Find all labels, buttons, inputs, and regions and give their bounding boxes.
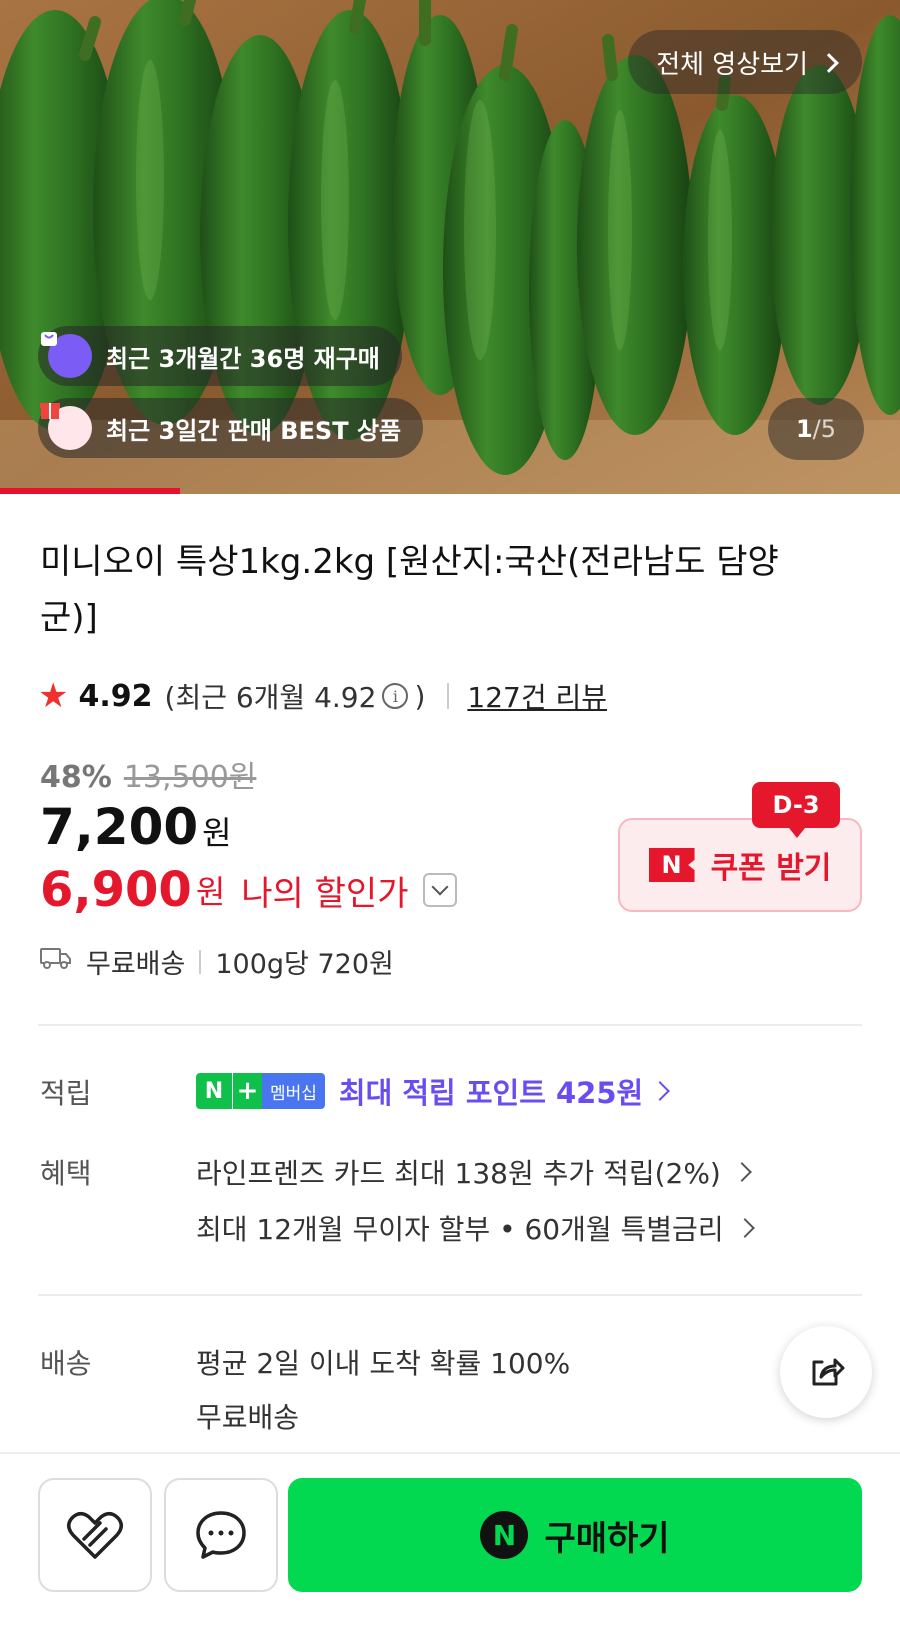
max-points-text: 최대 적립 포인트 425원 [338,1076,644,1110]
review-count-link[interactable]: 127건 리뷰 [467,676,607,716]
chevron-down-icon[interactable] [422,873,457,907]
get-coupon-label: 쿠폰 받기 [710,851,832,886]
original-price: 13,500원 [123,760,257,795]
rating-row: ★ 4.92 (최근 6개월 4.92 i ) 127건 리뷰 [38,676,607,716]
membership-points-link[interactable]: N + 멤버십 최대 적립 포인트 425원 [196,1070,671,1112]
buy-now-label: 구매하기 [544,1518,670,1559]
best-seller-badge: 최근 3일간 판매 BEST 상품 [38,398,424,458]
share-icon [812,1358,845,1386]
recent-rating: (최근 6개월 4.92 i ) [165,676,426,716]
delivery-fee-text: 무료배송 [196,1401,300,1434]
my-price-value: 6,900 [40,862,192,918]
coupon-dday-badge: D-3 [752,782,840,838]
product-title: 미니오이 특상1kg.2kg [원산지:국산(전라남도 담양군)] [40,542,779,638]
installment-benefit-link[interactable]: 최대 12개월 무이자 할부 • 60개월 특별금리 [196,1208,755,1248]
carousel-progress [0,488,900,494]
get-coupon-button[interactable]: N 쿠폰 받기 [618,818,862,912]
sale-price: 7,200 원 [40,798,232,856]
buy-now-button[interactable]: N 구매하기 [288,1478,862,1592]
rebuy-badge-text: 최근 3개월간 36명 재구매 [106,344,380,373]
info-icon[interactable]: i [382,683,409,709]
view-all-videos-button[interactable]: 전체 영상보기 [628,30,862,94]
naver-coupon-icon: N [648,848,695,882]
my-price-label: 나의 할인가 [241,873,409,914]
chevron-right-icon [819,53,839,73]
gift-box-icon [40,403,92,450]
recent-rating-text: (최근 6개월 4.92 [164,681,377,714]
chevron-right-icon [650,1081,671,1101]
star-icon: ★ [38,676,69,716]
sale-price-value: 7,200 [40,798,199,856]
naver-pay-icon: N [480,1511,529,1559]
rebuy-badge: 최근 3개월간 36명 재구매 [38,326,402,386]
discount-row: 48% 13,500원 [40,752,256,796]
chat-button[interactable] [164,1478,278,1592]
shipping-row: 무료배송 100g당 720원 [40,942,394,981]
rating-score: 4.92 [78,678,153,714]
my-discount-price: 6,900 원 나의 할인가 [40,862,457,918]
divider [199,949,202,974]
card-benefit-link[interactable]: 라인프렌즈 카드 최대 138원 추가 적립(2%) [196,1152,752,1192]
pager-total: 5 [820,415,837,443]
wishlist-button[interactable] [38,1478,152,1592]
my-price-unit: 원 [195,873,226,911]
benefits-label: 혜택 [40,1157,92,1190]
image-pager: 1 / 5 [768,398,864,460]
shopping-bag-icon [41,332,92,378]
carousel-progress-fill [0,488,180,494]
pager-current: 1 [795,415,813,443]
installment-benefit-text: 최대 12개월 무이자 할부 • 60개월 특별금리 [196,1213,724,1246]
delivery-label: 배송 [40,1347,92,1380]
pager-separator: / [812,415,821,443]
chat-bubble-icon [196,1511,246,1559]
share-button[interactable] [780,1326,872,1418]
divider [447,683,450,709]
section-divider [38,1024,862,1026]
chevron-right-icon [734,1218,755,1238]
sale-price-unit: 원 [202,814,232,852]
card-benefit-text: 라인프렌즈 카드 최대 138원 추가 적립(2%) [196,1157,721,1190]
view-all-videos-label: 전체 영상보기 [656,49,808,80]
section-divider [38,1294,862,1296]
discount-percent: 48% [40,760,112,795]
recent-rating-close: ) [414,679,426,713]
product-image-carousel[interactable]: 전체 영상보기 최근 3개월간 36명 재구매 최근 3일간 판매 BEST 상… [0,0,900,494]
heart-icon [67,1512,123,1559]
points-label: 적립 [40,1077,92,1110]
naver-plus-membership-icon: N + 멤버십 [196,1073,325,1109]
bottom-action-bar: N 구매하기 [0,1452,900,1640]
truck-icon [40,946,72,977]
delivery-eta-text: 평균 2일 이내 도착 확률 100% [196,1347,571,1380]
unit-price-text: 100g당 720원 [215,949,394,980]
best-seller-badge-text: 최근 3일간 판매 BEST 상품 [106,416,402,445]
free-shipping-text: 무료배송 [86,949,186,980]
chevron-right-icon [731,1162,752,1182]
